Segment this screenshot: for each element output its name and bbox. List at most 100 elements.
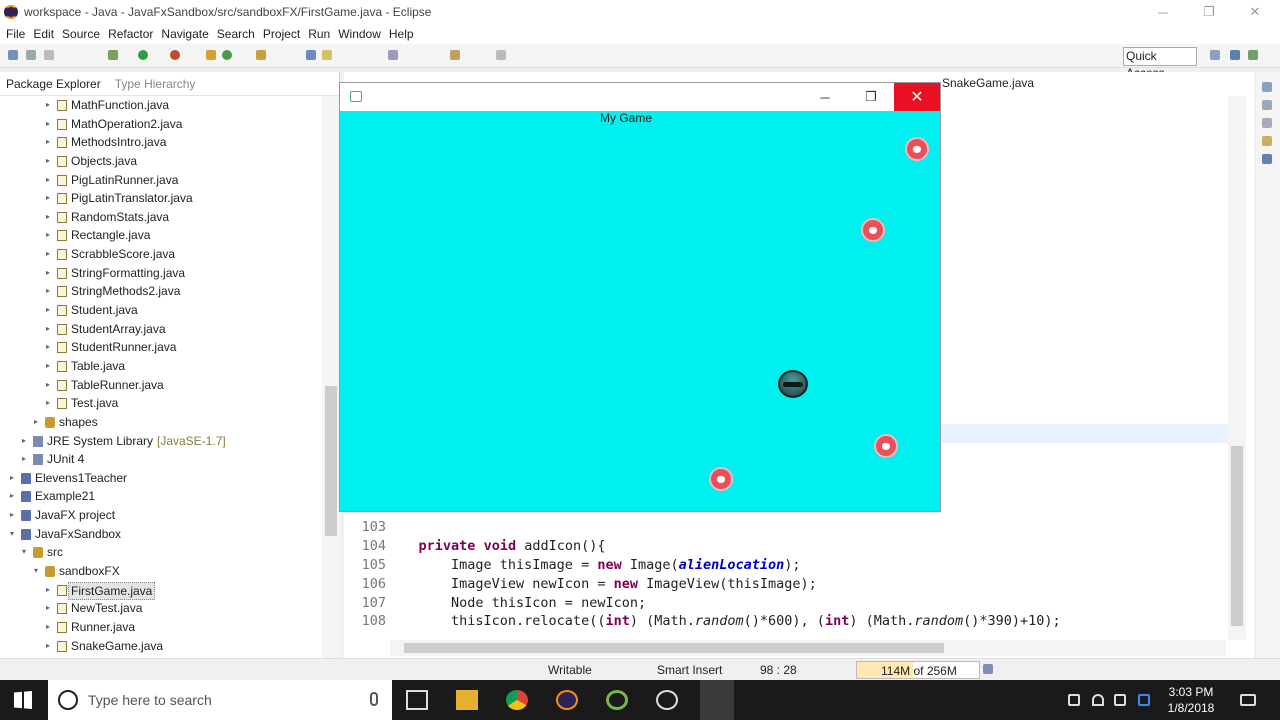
chevron-right-icon[interactable]: ▸ — [46, 96, 50, 114]
chevron-right-icon[interactable]: ▸ — [46, 115, 50, 133]
open-type-icon[interactable] — [256, 50, 266, 60]
tree-item[interactable]: ▸ shapes — [0, 413, 322, 432]
menu-navigate[interactable]: Navigate — [161, 27, 208, 41]
chevron-right-icon[interactable]: ▸ — [46, 301, 50, 319]
file-explorer-icon[interactable] — [456, 690, 478, 710]
external-tools-icon[interactable] — [170, 50, 180, 60]
search-icon[interactable] — [306, 50, 316, 60]
tree-item[interactable]: ▸ Test.java — [0, 394, 322, 413]
debug-icon[interactable] — [108, 50, 118, 60]
tree-item[interactable]: ▸ Table.java — [0, 357, 322, 376]
chevron-down-icon[interactable]: ▾ — [34, 562, 38, 580]
tab-package-explorer[interactable]: Package Explorer — [6, 77, 101, 91]
tree-item[interactable]: ▸ MethodsIntro.java — [0, 133, 322, 152]
editor-tab-snakegame[interactable]: SnakeGame.java — [942, 76, 1034, 90]
chevron-right-icon[interactable]: ▸ — [46, 394, 50, 412]
save-all-icon[interactable] — [44, 50, 54, 60]
open-perspective-icon[interactable] — [1210, 50, 1220, 60]
chevron-right-icon[interactable]: ▸ — [10, 469, 14, 487]
new-package-icon[interactable] — [206, 50, 216, 60]
chevron-right-icon[interactable]: ▸ — [34, 413, 38, 431]
code-line-103[interactable]: 103 — [344, 518, 386, 537]
game-window-titlebar[interactable]: ─ ❐ ✕ — [340, 83, 940, 111]
microphone-icon[interactable] — [370, 692, 378, 706]
tree-item[interactable]: ▸ Rectangle.java — [0, 226, 322, 245]
scrollbar-thumb[interactable] — [404, 643, 944, 653]
tree-item[interactable]: ▸ FirstGame.java — [0, 581, 322, 600]
window-minimize-button[interactable]: ─ — [1140, 0, 1186, 24]
java-perspective-icon[interactable] — [1230, 50, 1240, 60]
window-maximize-button[interactable]: ❐ — [1186, 0, 1232, 24]
tree-item[interactable]: ▸ StringMethods2.java — [0, 282, 322, 301]
game-canvas[interactable]: My Game — [340, 111, 940, 511]
chevron-right-icon[interactable]: ▸ — [10, 487, 14, 505]
tree-item[interactable]: ▾ sandboxFX — [0, 562, 322, 581]
tree-item[interactable]: ▸ ScrabbleScore.java — [0, 245, 322, 264]
taskbar-clock[interactable]: 3:03 PM 1/8/2018 — [1166, 684, 1216, 716]
chevron-right-icon[interactable]: ▸ — [46, 245, 50, 263]
chevron-down-icon[interactable]: ▾ — [10, 525, 14, 543]
chevron-right-icon[interactable]: ▸ — [46, 282, 50, 300]
code-line-106[interactable]: 106 ImageView newIcon = new ImageView(th… — [344, 575, 817, 594]
chevron-down-icon[interactable]: ▾ — [22, 543, 26, 561]
code-line-105[interactable]: 105 Image thisImage = new Image(alienLoc… — [344, 556, 801, 575]
chevron-right-icon[interactable]: ▸ — [46, 618, 50, 636]
debug-perspective-icon[interactable] — [1248, 50, 1258, 60]
tree-item[interactable]: ▸ JavaFX project — [0, 506, 322, 525]
tree-item[interactable]: ▸ Elevens1Teacher — [0, 469, 322, 488]
tree-item[interactable]: ▸ NewTest.java — [0, 599, 322, 618]
chevron-right-icon[interactable]: ▸ — [46, 264, 50, 282]
quick-access-input[interactable]: Quick Access — [1123, 47, 1197, 80]
chevron-right-icon[interactable]: ▸ — [46, 581, 50, 599]
volume-icon[interactable] — [1114, 694, 1126, 706]
outline-icon[interactable] — [1262, 82, 1272, 92]
editor-horizontal-scrollbar[interactable] — [390, 640, 1226, 656]
chevron-right-icon[interactable]: ▸ — [10, 506, 14, 524]
code-line-107[interactable]: 107 Node thisIcon = newIcon; — [344, 594, 646, 613]
tree-item[interactable]: ▸ SnakeGame.java — [0, 637, 322, 656]
scrollbar-thumb[interactable] — [325, 386, 337, 536]
chevron-right-icon[interactable]: ▸ — [46, 599, 50, 617]
task-list-icon[interactable] — [1262, 100, 1272, 110]
problems-icon[interactable] — [1262, 118, 1272, 128]
chevron-right-icon[interactable]: ▸ — [46, 133, 50, 151]
tree-item[interactable]: ▸ TableRunner.java — [0, 376, 322, 395]
tree-item[interactable]: ▸ StudentArray.java — [0, 320, 322, 339]
tab-type-hierarchy[interactable]: Type Hierarchy — [115, 77, 196, 91]
tree-item[interactable]: ▸ PigLatinTranslator.java — [0, 189, 322, 208]
run-icon[interactable] — [138, 50, 148, 60]
tree-item[interactable]: ▸ PigLatinRunner.java — [0, 171, 322, 190]
tree-item[interactable]: ▸ Runner.java — [0, 618, 322, 637]
tree-item[interactable]: ▸ MathOperation2.java — [0, 115, 322, 134]
forward-icon[interactable] — [496, 50, 506, 60]
scrollbar-thumb[interactable] — [1231, 446, 1243, 626]
tree-item[interactable]: ▸ MathFunction.java — [0, 96, 322, 115]
menu-help[interactable]: Help — [389, 27, 414, 41]
game-close-button[interactable]: ✕ — [894, 83, 940, 111]
tree-item[interactable]: ▸ JUnit 4 — [0, 450, 322, 469]
tree-item[interactable]: ▸ Student.java — [0, 301, 322, 320]
game-minimize-button[interactable]: ─ — [802, 83, 848, 111]
notifications-icon[interactable] — [1240, 694, 1256, 706]
window-close-button[interactable]: ✕ — [1232, 0, 1278, 24]
chevron-right-icon[interactable]: ▸ — [22, 432, 26, 450]
back-icon[interactable] — [450, 50, 460, 60]
menu-refactor[interactable]: Refactor — [108, 27, 153, 41]
task-view-icon[interactable] — [406, 690, 428, 710]
menu-search[interactable]: Search — [217, 27, 255, 41]
chevron-right-icon[interactable]: ▸ — [46, 189, 50, 207]
chevron-right-icon[interactable]: ▸ — [46, 357, 50, 375]
chevron-right-icon[interactable]: ▸ — [46, 208, 50, 226]
tree-item[interactable]: ▾ JavaFxSandbox — [0, 525, 322, 544]
menu-project[interactable]: Project — [263, 27, 300, 41]
menu-run[interactable]: Run — [308, 27, 330, 41]
battery-icon[interactable] — [1068, 694, 1080, 706]
editor-vertical-scrollbar[interactable] — [1228, 96, 1246, 640]
game-maximize-button[interactable]: ❐ — [848, 83, 894, 111]
tree-item[interactable]: ▸ RandomStats.java — [0, 208, 322, 227]
code-line-108[interactable]: 108 thisIcon.relocate((int) (Math.random… — [344, 612, 1061, 631]
google-drive-icon[interactable] — [1138, 694, 1150, 706]
chevron-right-icon[interactable]: ▸ — [46, 376, 50, 394]
taskbar-search-box[interactable]: Type here to search — [48, 680, 392, 720]
tree-item[interactable]: ▸ StudentRunner.java — [0, 338, 322, 357]
